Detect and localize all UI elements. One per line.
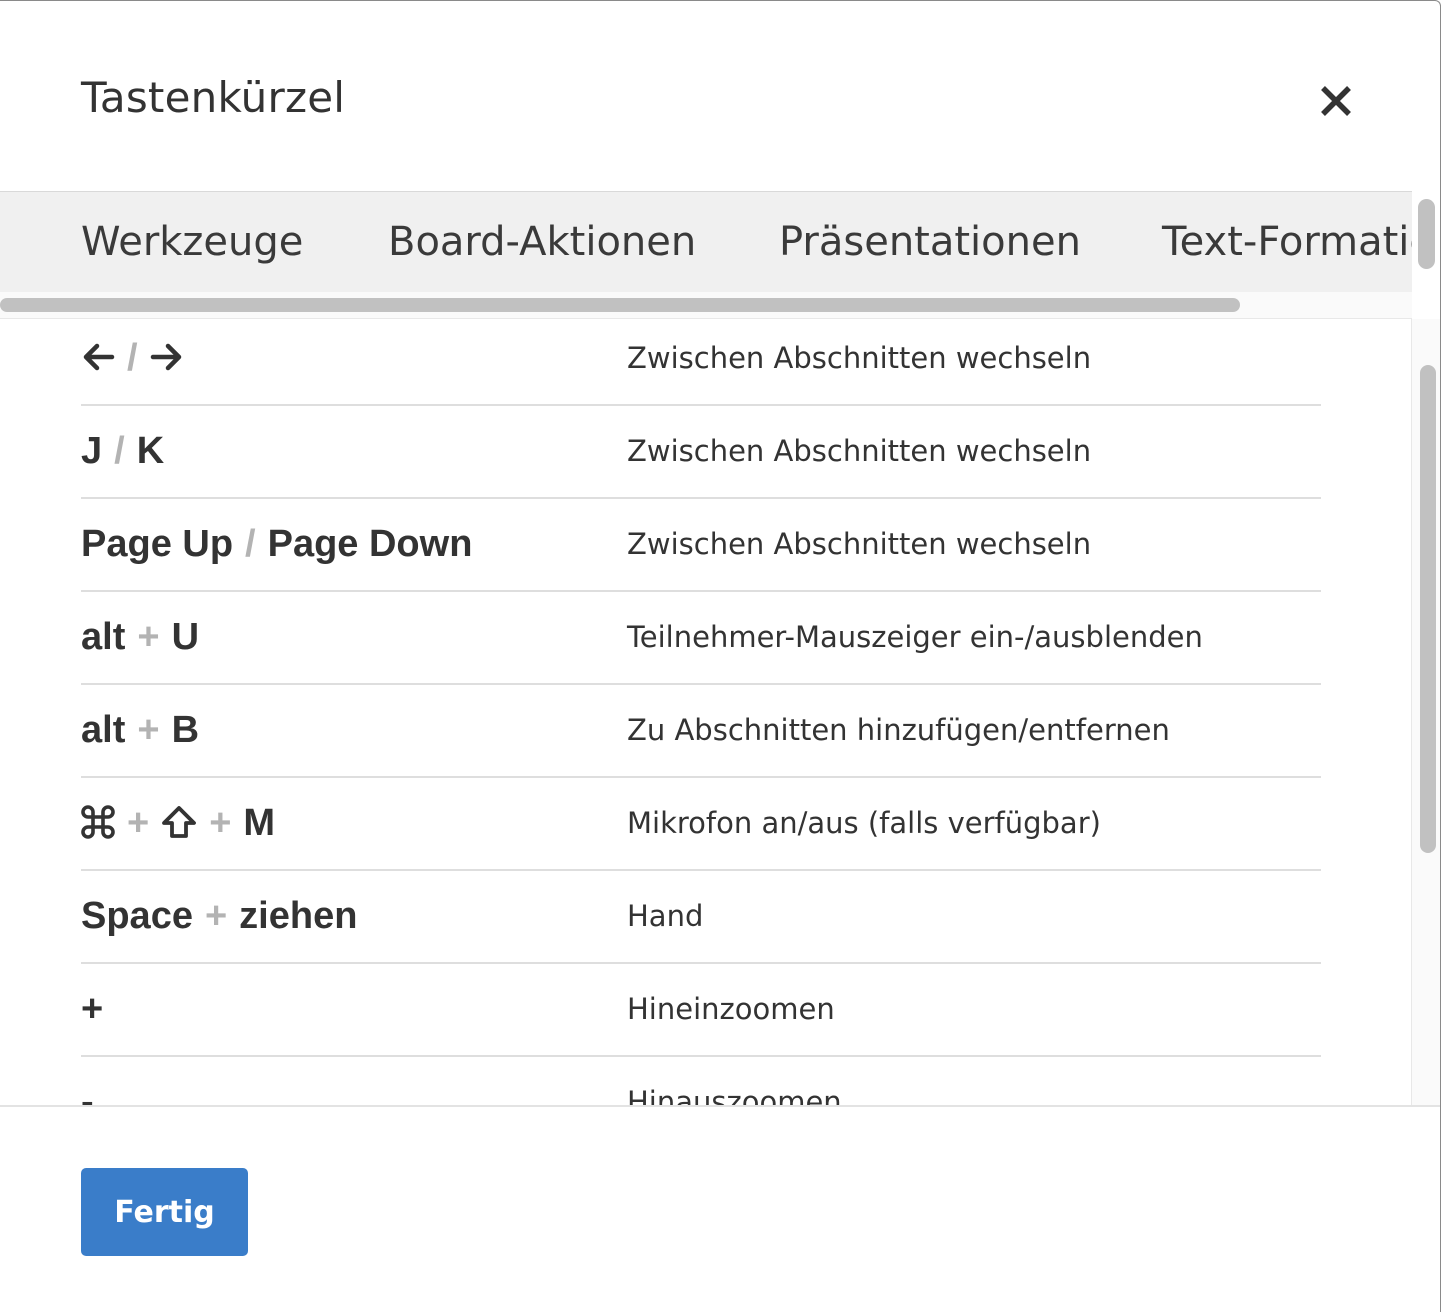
tab-text-formatierung[interactable]: Text-Formatie [1162, 192, 1412, 292]
key-label: U [171, 616, 200, 658]
shortcut-keys: + + M [81, 778, 275, 869]
shortcut-keys: - [81, 1057, 94, 1105]
key-label: Page Up [81, 523, 234, 565]
key-separator: / [245, 523, 256, 565]
dialog-title: Tastenkürzel [81, 73, 346, 122]
tab-bar: Werkzeuge Board-Aktionen Präsentationen … [0, 191, 1412, 293]
key-label: + [81, 988, 104, 1030]
shortcut-keys: alt + U [81, 592, 199, 683]
tab-werkzeuge[interactable]: Werkzeuge [81, 192, 303, 292]
tabs-vertical-scrollbar-thumb[interactable] [1418, 199, 1435, 269]
done-button[interactable]: Fertig [81, 1168, 248, 1256]
shortcut-row: alt + B Zu Abschnitten hinzufügen/entferne… [81, 685, 1321, 778]
key-separator: + [137, 709, 160, 751]
shortcut-description: Hineinzoomen [627, 992, 835, 1026]
shortcut-description: Teilnehmer-Mauszeiger ein-/ausblenden [627, 620, 1203, 654]
key-separator: + [137, 616, 160, 658]
key-separator: / [114, 430, 125, 472]
key-label: Page Down [267, 523, 473, 565]
shortcut-keys: / [81, 313, 184, 404]
key-label: Space [81, 895, 193, 937]
shortcut-row: J / K Zwischen Abschnitten wechseln [81, 406, 1321, 499]
shift-icon [161, 778, 197, 869]
key-label: B [171, 709, 200, 751]
key-separator: + [127, 802, 150, 844]
list-scrollbar-thumb[interactable] [1420, 365, 1436, 853]
command-icon [81, 778, 115, 869]
key-label: K [136, 430, 165, 472]
shortcut-description: Zwischen Abschnitten wechseln [627, 527, 1092, 561]
shortcut-row: alt + U Teilnehmer-Mauszeiger ein-/ausblen… [81, 592, 1321, 685]
tab-board-aktionen[interactable]: Board-Aktionen [388, 192, 696, 292]
shortcut-row: + Hineinzoomen [81, 964, 1321, 1057]
key-separator: + [204, 895, 228, 937]
shortcuts-dialog: Tastenkürzel Werkzeuge Board-Aktionen Pr… [0, 0, 1441, 1312]
list-vertical-scrollbar[interactable] [1411, 319, 1440, 1105]
shortcut-description: Zu Abschnitten hinzufügen/entfernen [627, 713, 1170, 747]
arrow-right-icon [150, 313, 184, 404]
key-label: M [243, 802, 276, 844]
key-label: - [81, 1081, 94, 1105]
shortcut-keys: + [81, 964, 103, 1055]
shortcut-description: Hinauszoomen [627, 1085, 842, 1105]
key-label: J [81, 430, 103, 472]
key-label: ziehen [239, 895, 358, 937]
shortcut-row: + + M Mikrofon an/aus (falls verfügbar) [81, 778, 1321, 871]
key-label: alt [81, 709, 126, 751]
shortcut-keys: Space + ziehen [81, 871, 357, 962]
footer-divider [0, 1105, 1440, 1107]
tabs-scrollbar-thumb[interactable] [0, 298, 1240, 312]
shortcut-keys: alt + B [81, 685, 199, 776]
shortcut-row: Page Up / Page Down Zwischen Abschnitten w… [81, 499, 1321, 592]
shortcut-row: Space + ziehen Hand [81, 871, 1321, 964]
shortcut-row: - Hinauszoomen [81, 1057, 1321, 1105]
shortcut-description: Zwischen Abschnitten wechseln [627, 434, 1092, 468]
close-icon [1321, 86, 1351, 116]
close-button[interactable] [1314, 79, 1358, 123]
shortcut-keys: J / K [81, 406, 164, 497]
shortcut-keys: Page Up / Page Down [81, 499, 472, 590]
key-separator: + [209, 802, 232, 844]
key-label: alt [81, 616, 126, 658]
shortcut-list: / Zwischen Abschnitten wechseln J / K Zwis… [81, 313, 1321, 1105]
shortcut-description: Mikrofon an/aus (falls verfügbar) [627, 806, 1101, 840]
tab-praesentationen[interactable]: Präsentationen [779, 192, 1081, 292]
shortcut-row: / Zwischen Abschnitten wechseln [81, 313, 1321, 406]
arrow-left-icon [81, 313, 115, 404]
shortcut-description: Hand [627, 899, 704, 933]
shortcut-description: Zwischen Abschnitten wechseln [627, 341, 1092, 375]
key-separator: / [127, 337, 138, 379]
